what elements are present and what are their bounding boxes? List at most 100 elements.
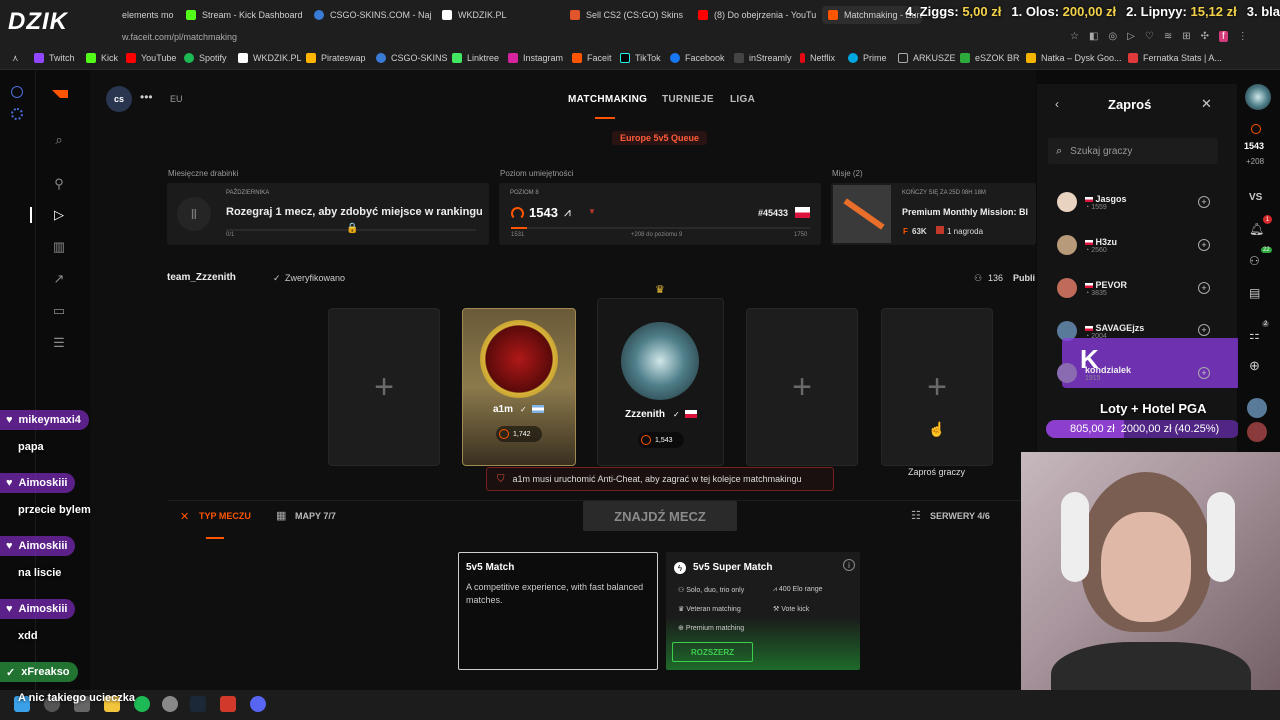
menu-icon[interactable]: ⋮ [1238, 31, 1248, 42]
bookmark[interactable]: Fernatka Stats | A... [1128, 53, 1222, 63]
steam-icon[interactable] [190, 696, 206, 712]
team-visibility[interactable]: Publi [1013, 273, 1035, 283]
tab-league[interactable]: LIGA [730, 94, 755, 105]
settings-icon[interactable] [11, 108, 23, 120]
tab-tournaments[interactable]: TURNIEJE [662, 94, 714, 105]
video-icon[interactable]: ▭ [50, 302, 68, 320]
friends-icon[interactable]: ⚇ [1249, 254, 1260, 268]
invite-players-label[interactable]: Zaproś graczy [908, 467, 965, 477]
bookmark[interactable]: Facebook [670, 53, 725, 63]
browser-tab[interactable]: Stream - Kick Dashboard [186, 6, 304, 24]
plus-icon: + [792, 367, 812, 406]
search-icon[interactable]: ⌕ [50, 131, 68, 149]
spotify-icon[interactable] [134, 696, 150, 712]
extension-icon[interactable]: ⊞ [1182, 31, 1190, 42]
faceit-logo-icon[interactable] [52, 90, 68, 98]
leaderboard-icon[interactable]: ▥ [50, 238, 68, 256]
info-icon[interactable]: i [843, 559, 855, 571]
empty-slot[interactable]: + [328, 308, 440, 466]
clock-icon[interactable] [11, 86, 23, 98]
browser-tab[interactable]: Sell CS2 (CS:GO) Skins [570, 6, 688, 24]
avatar[interactable] [1247, 422, 1267, 442]
add-player-button[interactable]: + [1198, 324, 1210, 336]
bookmark[interactable]: Prime [848, 53, 887, 63]
bookmark[interactable]: Faceit [572, 53, 612, 63]
trend-icon: ⩘ [564, 205, 571, 219]
browser-tab[interactable]: WKDZIK.PL [442, 6, 560, 24]
add-player-button[interactable]: + [1198, 239, 1210, 251]
gift-icon [936, 226, 944, 234]
tab-underline [206, 537, 224, 539]
bookmark[interactable]: YouTube [126, 53, 176, 63]
invite-player-row[interactable]: Jasgos ◔ 1559 [1057, 187, 1217, 217]
bookmark[interactable]: CSGO-SKINS [376, 53, 448, 63]
invite-player-row[interactable]: PEVOR ◔ 3835 [1057, 273, 1217, 303]
faceit-icon [572, 53, 582, 63]
versus-button[interactable]: VS [1249, 192, 1262, 203]
extension-icon[interactable]: ◎ [1108, 31, 1117, 42]
bookmark[interactable]: Pirateswap [306, 53, 366, 63]
url-field[interactable]: w.faceit.com/pl/matchmaking [122, 32, 237, 42]
back-icon[interactable]: ‹ [1055, 97, 1059, 111]
bookmark[interactable]: Spotify [184, 53, 227, 63]
play-icon[interactable]: ▷ [50, 206, 68, 224]
bookmark[interactable]: eSZOK BR [960, 53, 1020, 63]
extension-icon[interactable]: ≋ [1164, 31, 1172, 42]
maps-tab[interactable]: MAPY 7/7 [295, 511, 336, 521]
stats-icon[interactable]: ↗ [50, 270, 68, 288]
ladder-progress: 0/1 [226, 232, 235, 238]
expand-button[interactable]: ROZSZERZ [672, 642, 753, 662]
bookmark[interactable]: WKDZIK.PL [238, 53, 302, 63]
find-players-icon[interactable]: ⚲ [50, 175, 68, 193]
heart-icon[interactable]: ♡ [1145, 31, 1154, 42]
anti-cheat-warning: ⛉ a1m musi uruchomić Anti-Cheat, aby zag… [486, 467, 834, 491]
bookmark[interactable]: Instagram [508, 53, 563, 63]
skill-max: 1750 [794, 232, 808, 238]
add-player-button[interactable]: + [1198, 367, 1210, 379]
servers-tab[interactable]: SERWERY 4/6 [930, 511, 990, 521]
bookmark[interactable]: ARKUSZE [898, 53, 956, 63]
match-type-tab[interactable]: TYP MECZU [199, 511, 251, 521]
game-selector-icon[interactable]: cs [106, 86, 132, 112]
poland-flag-icon [685, 410, 697, 418]
bookmark[interactable]: Linktree [452, 53, 499, 63]
obs-icon[interactable] [162, 696, 178, 712]
extension-icon[interactable]: ◧ [1089, 31, 1098, 42]
browser-tab[interactable]: (8) Do obejrzenia - YouTu [698, 6, 816, 24]
add-circle-icon[interactable]: ⊕ [1249, 358, 1260, 374]
add-player-button[interactable]: + [1198, 196, 1210, 208]
chat-icon[interactable]: ▤ [1249, 286, 1260, 300]
avatar[interactable] [1247, 398, 1267, 418]
bookmark[interactable]: Netflix [800, 53, 835, 63]
party-icon[interactable]: ⚏ [1249, 328, 1260, 342]
list-icon[interactable]: ☰ [50, 334, 68, 352]
invite-player-row[interactable]: H3zu ◔ 2560 [1057, 230, 1217, 260]
avatar[interactable] [1245, 84, 1271, 110]
bookmark[interactable]: Twitch [34, 53, 75, 63]
bookmark[interactable]: TikTok [620, 53, 661, 63]
chat-message: przecie bylem [18, 504, 91, 516]
bookmark[interactable]: Kick [86, 53, 118, 63]
bookmark-apps[interactable]: ⋏ [12, 53, 19, 64]
bookmark[interactable]: Natka – Dysk Goo... [1026, 53, 1122, 63]
profile-icon[interactable]: f [1219, 31, 1228, 42]
tab-matchmaking[interactable]: MATCHMAKING [568, 94, 647, 105]
add-player-button[interactable]: + [1198, 282, 1210, 294]
bookmark-icon[interactable]: ☆ [1070, 31, 1079, 42]
bookmark[interactable]: inStreamly [734, 53, 792, 63]
queue-badge: Europe 5v5 Queue [612, 131, 708, 145]
browser-tab[interactable]: CSGO-SKINS.COM - Naj [314, 6, 432, 24]
empty-slot[interactable]: + [746, 308, 858, 466]
empty-slot[interactable]: + [881, 308, 993, 466]
close-icon[interactable]: ✕ [1201, 96, 1212, 112]
search-input[interactable]: ⌕ Szukaj graczy [1048, 138, 1218, 164]
anticheat-icon[interactable] [220, 696, 236, 712]
invite-player-row[interactable]: kondzialek 1915 [1057, 358, 1217, 388]
play-icon[interactable]: ▷ [1127, 31, 1135, 42]
discord-icon[interactable] [250, 696, 266, 712]
find-match-button[interactable]: ZNAJDŹ MECZ [583, 501, 737, 531]
browser-tab[interactable]: elements mo [122, 6, 180, 24]
bell-icon[interactable]: 🔔︎ [1249, 222, 1264, 236]
more-icon[interactable]: ••• [140, 90, 153, 104]
puzzle-icon[interactable]: ✣ [1201, 31, 1209, 42]
